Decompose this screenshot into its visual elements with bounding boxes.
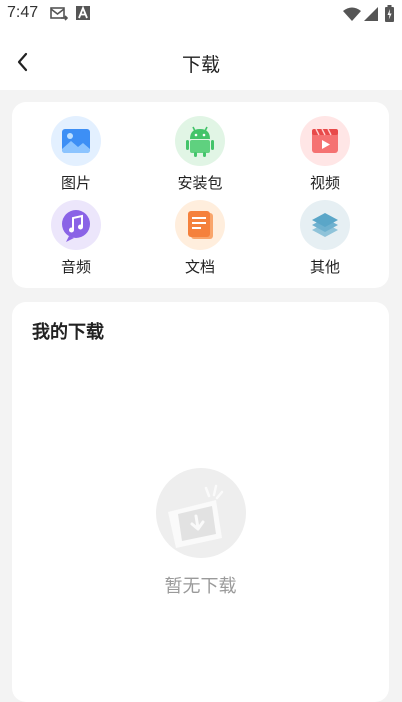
category-label: 图片 (60, 174, 91, 192)
category-label: 其他 (309, 258, 340, 276)
video-icon (300, 116, 350, 166)
empty-download-icon (156, 468, 246, 558)
layers-icon (300, 200, 350, 250)
wifi-icon (343, 7, 361, 21)
category-apk[interactable]: 安装包 (150, 116, 250, 196)
category-others[interactable]: 其他 (275, 200, 375, 280)
category-label: 安装包 (177, 174, 223, 192)
document-icon (175, 200, 225, 250)
category-audio[interactable]: 音频 (26, 200, 126, 280)
category-video[interactable]: 视频 (275, 116, 375, 196)
app-header: 下载 (0, 30, 402, 90)
status-bar: 7:47 (0, 0, 402, 30)
category-documents[interactable]: 文档 (150, 200, 250, 280)
signal-icon (364, 7, 378, 21)
android-icon (175, 116, 225, 166)
category-label: 视频 (309, 174, 340, 192)
category-label: 音频 (60, 258, 91, 276)
font-a-icon (76, 6, 90, 20)
category-label: 文档 (184, 258, 215, 276)
status-time: 7:47 (7, 4, 39, 21)
category-card: 图片 安装包 视频 音频 文档 其他 (12, 102, 389, 288)
my-downloads-card: 我的下载 暂无下载 (12, 302, 389, 702)
empty-state-text: 暂无下载 (164, 576, 237, 597)
section-title: 我的下载 (32, 322, 104, 343)
page-title: 下载 (181, 54, 220, 76)
image-icon (51, 116, 101, 166)
music-icon (51, 200, 101, 250)
battery-charging-icon (385, 5, 394, 22)
category-images[interactable]: 图片 (26, 116, 126, 196)
email-forward-icon (50, 7, 68, 21)
